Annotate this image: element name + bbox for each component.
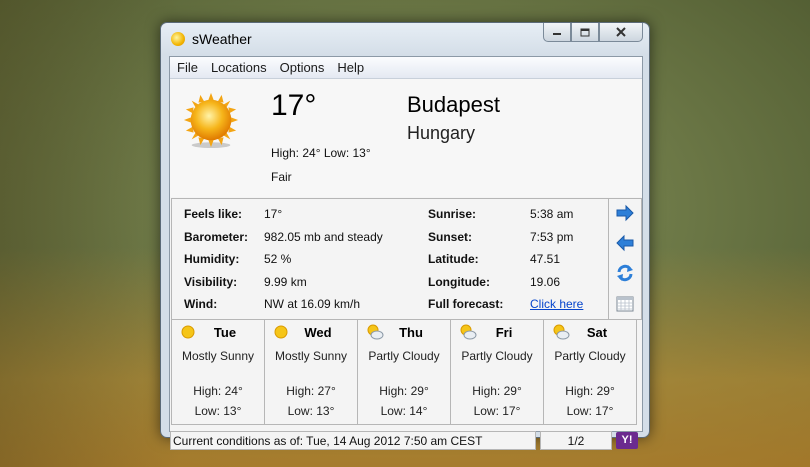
maximize-icon xyxy=(580,28,590,36)
desktop-background-shade xyxy=(0,0,180,467)
app-sun-icon xyxy=(171,32,185,46)
forecast-day-name: Fri xyxy=(495,325,513,340)
minimize-icon xyxy=(553,33,561,35)
menu-file[interactable]: File xyxy=(171,60,204,75)
title-bar[interactable]: sWeather xyxy=(161,23,649,53)
forecast-day-name: Thu xyxy=(399,325,423,340)
forecast-low: Low: 17° xyxy=(473,404,521,418)
forecast-low: Low: 13° xyxy=(194,404,242,418)
location-country: Hungary xyxy=(407,123,476,143)
barometer-label: Barometer: xyxy=(184,230,249,244)
sunset-value: 7:53 pm xyxy=(530,230,574,244)
feels-like-label: Feels like: xyxy=(184,207,243,221)
sweather-window: sWeather File Locations Options Help 17°… xyxy=(160,22,650,450)
full-forecast-link[interactable]: Click here xyxy=(530,297,583,311)
forecast-high: High: 29° xyxy=(472,384,522,398)
forecast-condition: Partly Cloudy xyxy=(368,349,440,363)
wind-value: NW at 16.09 km/h xyxy=(264,297,361,311)
forecast-day-name: Sat xyxy=(586,325,608,340)
arrow-left-icon[interactable] xyxy=(615,234,635,252)
barometer-value: 982.05 mb and steady xyxy=(264,230,383,244)
close-icon xyxy=(616,27,626,37)
longitude-value: 19.06 xyxy=(530,275,561,289)
forecast-condition: Mostly Sunny xyxy=(181,349,255,363)
current-high-low: High: 24° Low: 13° xyxy=(271,146,371,160)
forecast-high: High: 27° xyxy=(286,384,336,398)
forecast-day-name: Wed xyxy=(304,325,332,340)
visibility-label: Visibility: xyxy=(184,275,238,289)
status-page-indicator: 1/2 xyxy=(540,431,612,450)
sunrise-label: Sunrise: xyxy=(428,207,477,221)
sunrise-value: 5:38 am xyxy=(530,207,574,221)
side-toolbar xyxy=(608,198,642,320)
forecast-row: Tue Mostly Sunny High: 24° Low: 13° Wed … xyxy=(171,319,640,431)
menu-help[interactable]: Help xyxy=(331,60,370,75)
forecast-condition: Partly Cloudy xyxy=(554,349,626,363)
forecast-day: Fri Partly Cloudy High: 29° Low: 17° xyxy=(450,319,544,425)
humidity-value: 52 % xyxy=(264,252,292,266)
forecast-condition: Mostly Sunny xyxy=(274,349,348,363)
longitude-label: Longitude: xyxy=(428,275,490,289)
humidity-label: Humidity: xyxy=(184,252,240,266)
window-title: sWeather xyxy=(192,31,252,47)
refresh-icon[interactable] xyxy=(615,264,635,282)
menu-bar: File Locations Options Help xyxy=(170,57,642,79)
forecast-day: Wed Mostly Sunny High: 27° Low: 13° xyxy=(264,319,358,425)
arrow-right-icon[interactable] xyxy=(615,204,635,222)
forecast-low: Low: 13° xyxy=(287,404,335,418)
forecast-day: Tue Mostly Sunny High: 24° Low: 13° xyxy=(171,319,265,425)
forecast-high: High: 24° xyxy=(193,384,243,398)
status-bar: Current conditions as of: Tue, 14 Aug 20… xyxy=(170,431,642,452)
visibility-value: 9.99 km xyxy=(264,275,307,289)
feels-like-value: 17° xyxy=(264,207,283,221)
current-condition: Fair xyxy=(271,170,292,184)
forecast-day-name: Tue xyxy=(213,325,237,340)
latitude-value: 47.51 xyxy=(530,252,561,266)
close-button[interactable] xyxy=(599,23,643,42)
calendar-icon[interactable] xyxy=(615,295,635,313)
latitude-label: Latitude: xyxy=(428,252,479,266)
forecast-low: Low: 17° xyxy=(566,404,614,418)
yahoo-logo-icon[interactable]: Y! xyxy=(616,432,638,449)
window-controls xyxy=(543,23,643,43)
forecast-high: High: 29° xyxy=(565,384,615,398)
minimize-button[interactable] xyxy=(543,23,571,42)
maximize-button[interactable] xyxy=(571,23,599,42)
forecast-day: Sat Partly Cloudy High: 29° Low: 17° xyxy=(543,319,637,425)
details-panel: Feels like: 17° Barometer: 982.05 mb and… xyxy=(171,198,609,320)
forecast-day: Thu Partly Cloudy High: 29° Low: 14° xyxy=(357,319,451,425)
sunset-label: Sunset: xyxy=(428,230,473,244)
current-conditions: 17° High: 24° Low: 13° Fair Budapest Hun… xyxy=(170,79,642,197)
menu-options[interactable]: Options xyxy=(274,60,331,75)
forecast-condition: Partly Cloudy xyxy=(461,349,533,363)
wind-label: Wind: xyxy=(184,297,218,311)
forecast-low: Low: 14° xyxy=(380,404,428,418)
full-forecast-label: Full forecast: xyxy=(428,297,504,311)
forecast-high: High: 29° xyxy=(379,384,429,398)
current-temperature: 17° xyxy=(271,89,317,122)
status-conditions: Current conditions as of: Tue, 14 Aug 20… xyxy=(170,431,536,450)
fair-sun-icon xyxy=(183,92,239,149)
client-area: File Locations Options Help 17° High: 24… xyxy=(169,56,643,450)
location-city: Budapest xyxy=(407,92,500,117)
menu-locations[interactable]: Locations xyxy=(205,60,273,75)
